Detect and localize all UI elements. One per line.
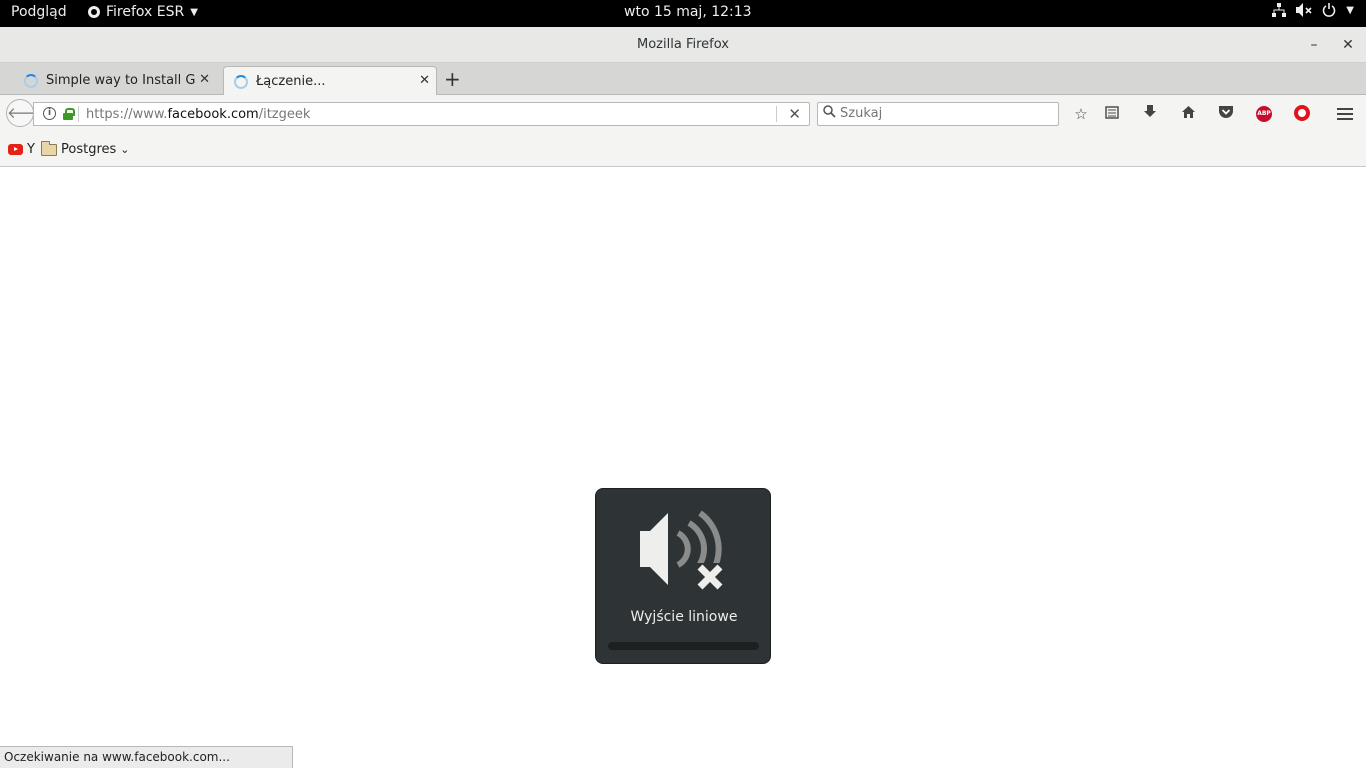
power-icon (1323, 3, 1336, 17)
close-tab-icon[interactable]: ✕ (199, 72, 210, 87)
navigation-toolbar: 🡐 i https://www.facebook.com/itzgeek ✕ ☆… (0, 95, 1366, 133)
close-window-button[interactable]: ✕ (1338, 35, 1358, 55)
volume-muted-icon (1296, 3, 1312, 17)
app-menu-label: Firefox ESR (106, 4, 185, 20)
audio-volume-muted-icon (640, 510, 726, 593)
url-bar[interactable]: i https://www.facebook.com/itzgeek ✕ (33, 102, 810, 126)
info-icon[interactable]: i (43, 107, 56, 120)
tab-label: Łączenie... (256, 74, 326, 89)
bookmark-youtube[interactable]: Y (8, 142, 35, 157)
tab-simple-way[interactable]: Simple way to Install Go... ✕ (2, 66, 216, 95)
tab-strip: Simple way to Install Go... ✕ Łączenie..… (0, 63, 1366, 96)
gnome-top-bar: Podgląd Firefox ESR ▼ wto 15 maj, 12:13 … (0, 0, 1366, 27)
new-tab-button[interactable]: + (444, 67, 461, 91)
bookmark-star-icon[interactable]: ☆ (1070, 104, 1092, 126)
url-path: /itzgeek (258, 107, 311, 122)
bookmark-label: Y (27, 142, 35, 157)
osd-label: Wyjście liniowe (630, 609, 738, 625)
adblock-plus-icon[interactable]: ABP (1256, 106, 1272, 122)
pocket-icon[interactable] (1215, 104, 1237, 126)
search-input[interactable] (840, 106, 1050, 121)
back-button[interactable]: 🡐 (6, 99, 47, 127)
status-panel: Oczekiwanie na www.facebook.com... (0, 746, 293, 768)
network-icon (1272, 3, 1287, 17)
bookmark-folder-postgres[interactable]: Postgres ⌄ (41, 140, 130, 157)
bookmarks-toolbar: Y Postgres ⌄ (0, 133, 1366, 167)
stop-loading-icon[interactable]: ✕ (788, 105, 801, 123)
search-bar[interactable] (817, 102, 1059, 126)
firefox-icon (88, 6, 100, 18)
chevron-down-icon: ⌄ (120, 143, 130, 156)
url-host: facebook.com (167, 107, 259, 122)
tab-connecting[interactable]: Łączenie... ✕ (223, 66, 437, 96)
youtube-icon (8, 144, 23, 155)
bookmark-label: Postgres (61, 142, 117, 157)
search-icon (823, 105, 836, 122)
loading-spinner-icon (234, 75, 248, 89)
reading-list-icon[interactable] (1101, 104, 1123, 126)
folder-icon (41, 140, 57, 156)
opera-icon[interactable] (1294, 105, 1310, 121)
minimize-button[interactable]: – (1304, 35, 1324, 55)
divider (776, 106, 777, 122)
hamburger-menu-icon[interactable] (1337, 108, 1353, 120)
caret-down-icon: ▼ (190, 6, 198, 18)
activities-button[interactable]: Podgląd (11, 4, 67, 20)
volume-osd: Wyjście liniowe (595, 488, 771, 664)
downloads-icon[interactable] (1139, 104, 1161, 126)
tab-label: Simple way to Install Go... (46, 73, 196, 88)
close-tab-icon[interactable]: ✕ (419, 73, 430, 88)
lock-icon[interactable] (63, 108, 75, 120)
clock[interactable]: wto 15 maj, 12:13 (624, 4, 752, 20)
divider (78, 106, 79, 122)
system-menu[interactable]: ▼ (1272, 3, 1354, 17)
url-prefix: https://www. (86, 107, 168, 122)
caret-down-icon: ▼ (1346, 4, 1354, 16)
window-titlebar: Mozilla Firefox – ✕ (0, 27, 1366, 63)
url-text[interactable]: https://www.facebook.com/itzgeek (86, 107, 310, 122)
app-menu[interactable]: Firefox ESR ▼ (88, 4, 198, 20)
loading-spinner-icon (24, 74, 38, 88)
home-icon[interactable] (1177, 104, 1199, 126)
window-title: Mozilla Firefox (637, 37, 729, 52)
volume-level-bar (608, 642, 759, 650)
